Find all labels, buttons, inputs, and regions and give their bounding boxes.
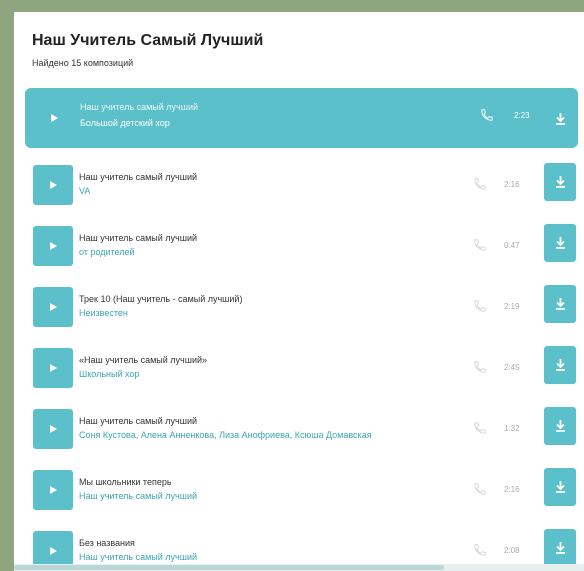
play-button[interactable] [33, 348, 73, 388]
phone-icon[interactable] [480, 108, 494, 122]
download-icon [555, 113, 566, 125]
track-row[interactable]: Трек 10 (Наш учитель - самый лучший) Неи… [28, 285, 576, 339]
track-artist-link[interactable]: Наш учитель самый лучший [79, 552, 197, 562]
play-icon [48, 546, 58, 556]
track-artist-link[interactable]: Большой детский хор [80, 118, 170, 128]
track-title: Наш учитель самый лучший [79, 233, 198, 243]
track-duration: 2:23 [514, 111, 530, 120]
play-button[interactable] [33, 226, 73, 266]
play-icon [48, 302, 58, 312]
download-button[interactable] [544, 407, 576, 445]
track-artist-link[interactable]: от родителей [79, 247, 135, 257]
phone-icon[interactable] [473, 238, 487, 252]
download-button[interactable] [544, 285, 576, 323]
phone-icon[interactable] [473, 543, 487, 557]
track-artist-link[interactable]: Соня Кустова, Алена Анненкова, Лиза Аноф… [79, 430, 372, 440]
download-button[interactable] [544, 100, 576, 138]
track-row[interactable]: Наш учитель самый лучший Большой детский… [25, 88, 578, 148]
track-artist-link[interactable]: Школьный хор [79, 369, 139, 379]
play-button[interactable] [34, 98, 74, 138]
track-duration: 2:16 [504, 485, 520, 494]
download-icon [555, 298, 566, 310]
track-title: «Наш учитель самый лучший» [79, 355, 208, 365]
play-button[interactable] [33, 165, 73, 205]
track-title: Наш учитель самый лучший [80, 102, 199, 112]
scrollbar-thumb[interactable] [14, 565, 444, 570]
track-duration: 2:19 [504, 302, 520, 311]
download-icon [555, 359, 566, 371]
track-row[interactable]: Наш учитель самый лучший Соня Кустова, А… [28, 407, 576, 461]
play-button[interactable] [33, 409, 73, 449]
phone-icon[interactable] [473, 360, 487, 374]
phone-icon[interactable] [473, 421, 487, 435]
play-icon [48, 180, 58, 190]
download-button[interactable] [544, 529, 576, 567]
results-count: Найдено 15 композиций [32, 58, 134, 68]
page-title: Наш Учитель Самый Лучший [32, 32, 264, 49]
play-icon [48, 363, 58, 373]
track-title: Мы школьники теперь [79, 477, 172, 487]
download-icon [555, 420, 566, 432]
track-row[interactable]: «Наш учитель самый лучший» Школьный хор … [28, 346, 576, 400]
play-icon [48, 241, 58, 251]
download-icon [555, 481, 566, 493]
play-icon [48, 485, 58, 495]
track-artist-link[interactable]: VA [79, 186, 90, 196]
phone-icon[interactable] [473, 482, 487, 496]
track-duration: 0:47 [504, 241, 520, 250]
track-duration: 2:08 [504, 546, 520, 555]
track-row[interactable]: Мы школьники теперь Наш учитель самый лу… [28, 468, 576, 522]
track-duration: 2:16 [504, 180, 520, 189]
results-panel: Наш Учитель Самый Лучший Найдено 15 комп… [14, 12, 584, 571]
track-artist-link[interactable]: Наш учитель самый лучший [79, 491, 197, 501]
track-title: Без названия [79, 538, 135, 548]
track-duration: 1:32 [504, 424, 520, 433]
track-title: Трек 10 (Наш учитель - самый лучший) [79, 294, 243, 304]
download-icon [555, 176, 566, 188]
download-button[interactable] [544, 346, 576, 384]
horizontal-scrollbar[interactable] [14, 564, 584, 571]
play-icon [48, 424, 58, 434]
track-row[interactable]: Наш учитель самый лучший VA 2:16 [28, 163, 576, 217]
track-title: Наш учитель самый лучший [79, 416, 198, 426]
download-button[interactable] [544, 163, 576, 201]
download-button[interactable] [544, 468, 576, 506]
play-button[interactable] [33, 470, 73, 510]
phone-icon[interactable] [473, 177, 487, 191]
track-artist-link[interactable]: Неизвестен [79, 308, 128, 318]
download-icon [555, 237, 566, 249]
download-button[interactable] [544, 224, 576, 262]
play-icon [49, 113, 59, 123]
track-row[interactable]: Наш учитель самый лучший от родителей 0:… [28, 224, 576, 278]
phone-icon[interactable] [473, 299, 487, 313]
play-button[interactable] [33, 287, 73, 327]
track-duration: 2:45 [504, 363, 520, 372]
track-title: Наш учитель самый лучший [79, 172, 198, 182]
download-icon [555, 542, 566, 554]
